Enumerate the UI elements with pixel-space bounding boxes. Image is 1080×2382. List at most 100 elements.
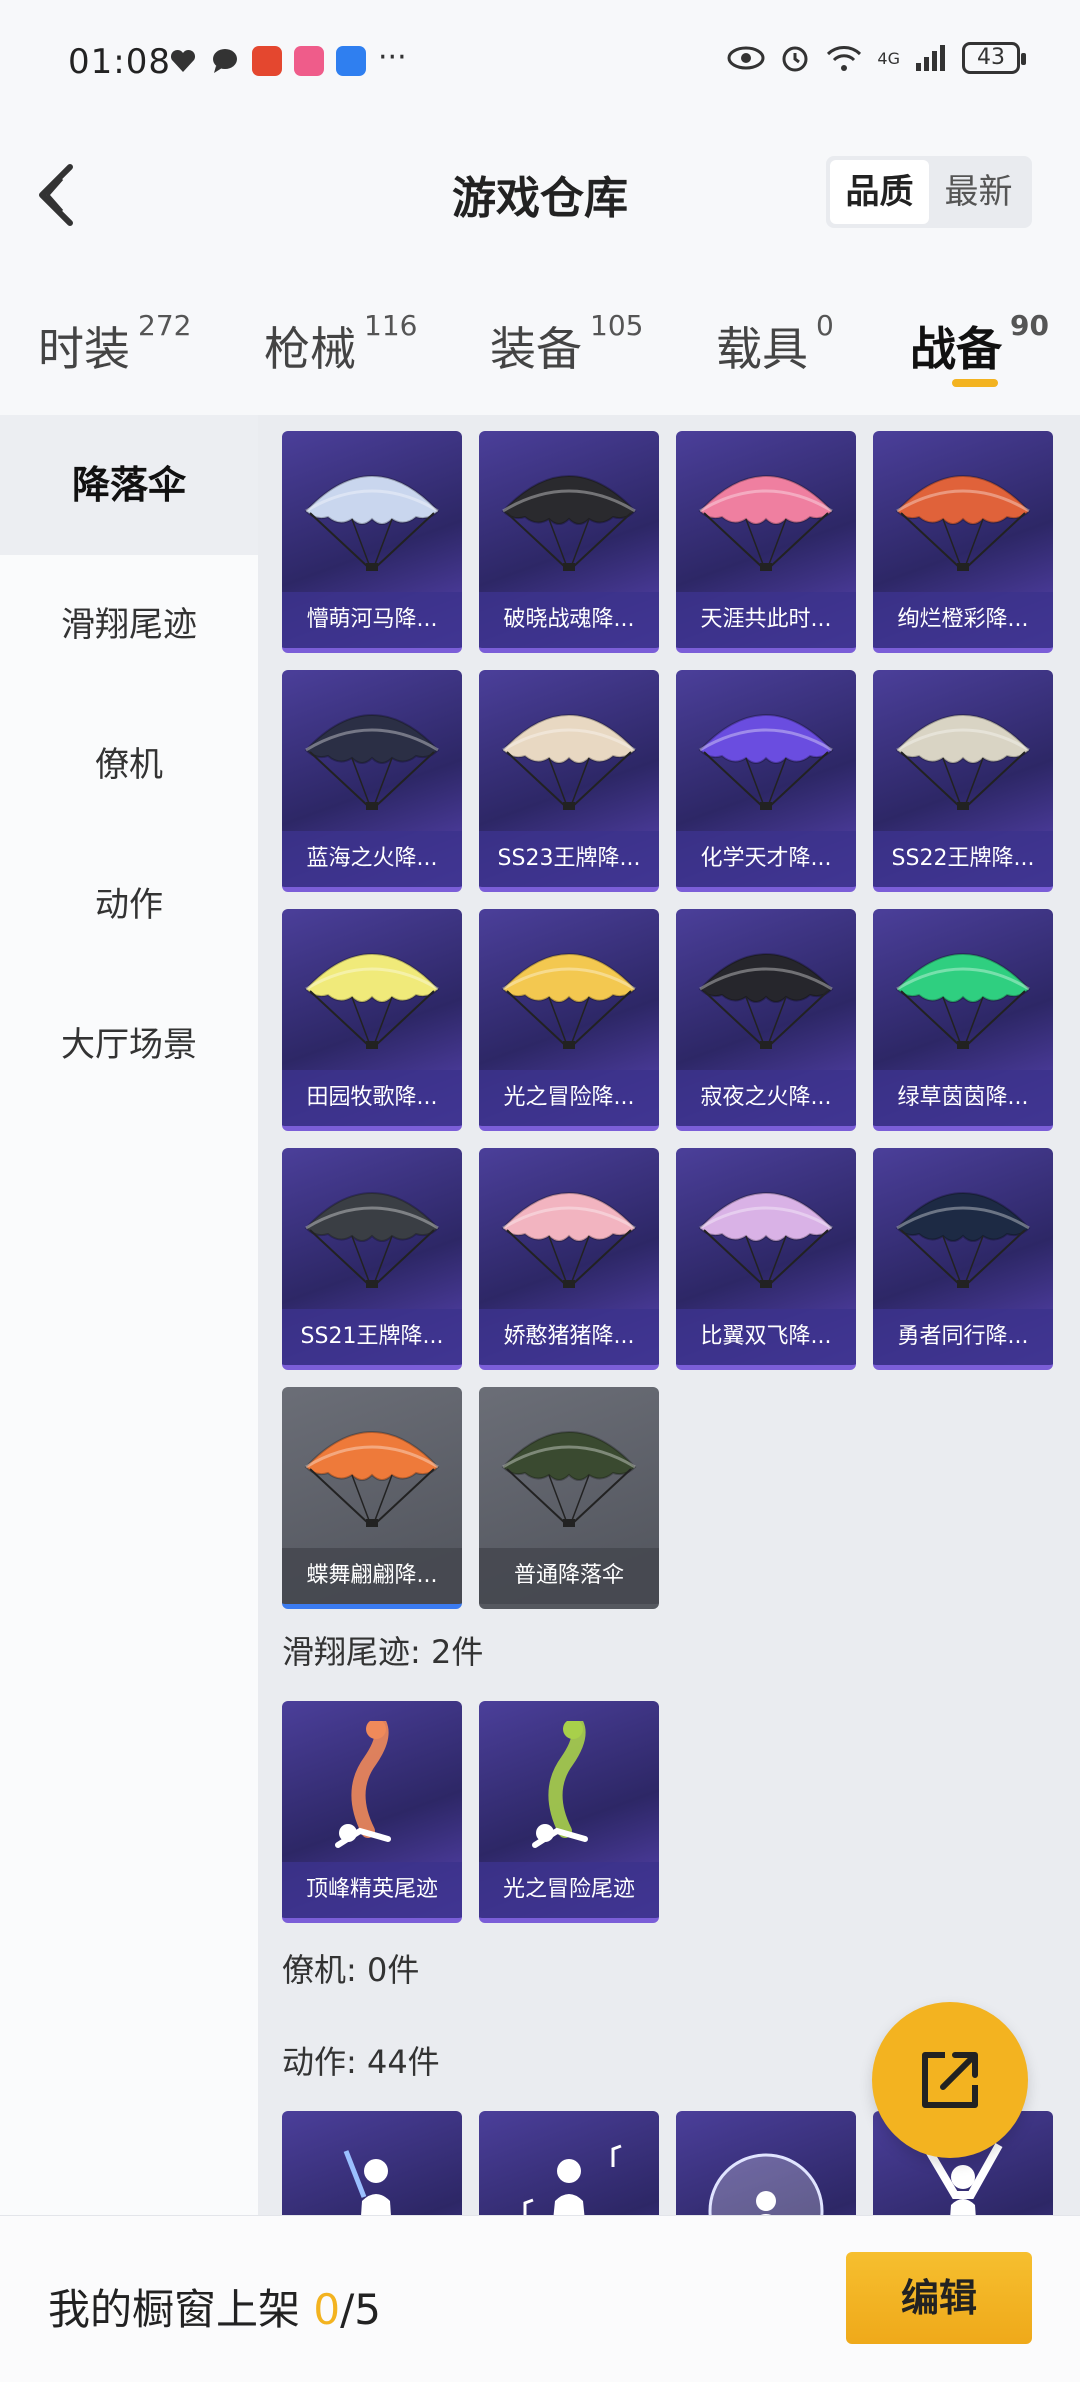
parachute-icon: [698, 714, 834, 810]
item-name: 普通降落伞: [479, 1548, 659, 1604]
trail-card[interactable]: 光之冒险尾迹: [479, 1701, 659, 1923]
parachute-card[interactable]: 天涯共此时...: [676, 431, 856, 653]
sort-by-quality[interactable]: 品质: [830, 160, 929, 224]
item-name: 蓝海之火降...: [282, 831, 462, 887]
item-name: 破晓战魂降...: [479, 592, 659, 648]
parachute-icon: [501, 1192, 637, 1288]
showcase-status: 我的橱窗上架 0/5: [48, 2276, 381, 2337]
app-icon-blue: [336, 46, 366, 76]
parachute-card[interactable]: 勇者同行降...: [873, 1148, 1053, 1370]
tab-label: 装备: [490, 322, 582, 376]
sidebar-item-lobby-scene[interactable]: 大厅场景: [0, 975, 258, 1115]
parachute-icon: [895, 953, 1031, 1049]
emote-card[interactable]: [282, 2111, 462, 2215]
sidebar-item-parachute[interactable]: 降落伞: [0, 415, 258, 555]
heart-icon: [170, 49, 196, 72]
parachute-card[interactable]: 光之冒险降...: [479, 909, 659, 1131]
parachute-icon: [501, 1431, 637, 1527]
item-name: 化学天才降...: [676, 831, 856, 887]
parachute-card[interactable]: 寂夜之火降...: [676, 909, 856, 1131]
parachute-card[interactable]: 娇憨猪猪降...: [479, 1148, 659, 1370]
showcase-label: 我的橱窗上架: [48, 2285, 314, 2334]
parachute-card[interactable]: 绚烂橙彩降...: [873, 431, 1053, 653]
item-name: 比翼双飞降...: [676, 1309, 856, 1365]
item-name: 勇者同行降...: [873, 1309, 1053, 1365]
parachute-icon: [304, 475, 440, 571]
category-tabs: 时装 272 枪械 116 装备 105 载具 0 战备 90: [0, 275, 1080, 415]
item-name: SS23王牌降...: [479, 831, 659, 887]
item-name: 田园牧歌降...: [282, 1070, 462, 1126]
sort-by-latest[interactable]: 最新: [929, 160, 1028, 224]
battery-indicator: 43: [962, 42, 1026, 74]
wingman-section-title: 僚机: 0件: [282, 1951, 420, 1989]
parachute-icon: [698, 475, 834, 571]
parachute-card[interactable]: 蝶舞翩翩降...: [282, 1387, 462, 1609]
trail-card[interactable]: 顶峰精英尾迹: [282, 1701, 462, 1923]
emote-card[interactable]: [676, 2111, 856, 2215]
tab-equipment[interactable]: 装备 105: [490, 309, 643, 379]
signal-icon: [916, 45, 945, 71]
tab-guns[interactable]: 枪械 116: [264, 309, 417, 379]
emote-card[interactable]: [479, 2111, 659, 2215]
parachute-card[interactable]: 破晓战魂降...: [479, 431, 659, 653]
tab-count: 90: [1010, 309, 1049, 342]
status-bar: 01:08 ··· 4G 43: [0, 0, 1080, 110]
status-time: 01:08: [68, 42, 171, 82]
more-notifications-icon: ···: [378, 40, 407, 75]
showcase-total: /5: [340, 2285, 381, 2334]
parachute-icon: [698, 953, 834, 1049]
bottom-bar: 我的橱窗上架 0/5 编辑: [0, 2215, 1080, 2382]
emote-figure-icon: [343, 2150, 391, 2215]
parachute-card[interactable]: SS22王牌降...: [873, 670, 1053, 892]
parachute-card[interactable]: 绿草茵茵降...: [873, 909, 1053, 1131]
emote-figure-icon: [523, 2144, 622, 2215]
emote-section-title: 动作: 44件: [282, 2043, 440, 2081]
tab-label: 载具: [716, 322, 808, 376]
item-name: 天涯共此时...: [676, 592, 856, 648]
item-name: 绿草茵茵降...: [873, 1070, 1053, 1126]
parachute-grid: 懵萌河马降... 破晓战魂降... 天涯共此时... 绚烂橙彩降... 蓝海之火降...…: [282, 431, 1053, 1609]
sidebar-item-emote[interactable]: 动作: [0, 835, 258, 975]
chat-icon: [213, 49, 237, 73]
tab-label: 战备: [910, 322, 1002, 376]
item-name: SS22王牌降...: [873, 831, 1053, 887]
parachute-card[interactable]: SS21王牌降...: [282, 1148, 462, 1370]
parachute-icon: [304, 953, 440, 1049]
edit-button[interactable]: 编辑: [846, 2252, 1032, 2344]
wifi-icon: [827, 46, 862, 71]
item-name: 光之冒险降...: [479, 1070, 659, 1126]
app-icon-red: [252, 46, 282, 76]
parachute-card[interactable]: 化学天才降...: [676, 670, 856, 892]
item-name: SS21王牌降...: [282, 1309, 462, 1365]
item-name: 娇憨猪猪降...: [479, 1309, 659, 1365]
sidebar: 降落伞 滑翔尾迹 僚机 动作 大厅场景: [0, 415, 258, 2215]
parachute-card[interactable]: 普通降落伞: [479, 1387, 659, 1609]
share-button[interactable]: [872, 2002, 1028, 2158]
tab-vehicles[interactable]: 载具 0: [716, 309, 834, 379]
parachute-card[interactable]: 比翼双飞降...: [676, 1148, 856, 1370]
parachute-card[interactable]: 田园牧歌降...: [282, 909, 462, 1131]
app-icon-pink: [294, 46, 324, 76]
tab-label: 时装: [38, 322, 130, 376]
parachute-icon: [895, 1192, 1031, 1288]
parachute-icon: [895, 714, 1031, 810]
showcase-current: 0: [313, 2285, 341, 2334]
parachute-icon: [698, 1192, 834, 1288]
system-icons: 4G 43: [727, 42, 1026, 74]
parachute-icon: [501, 953, 637, 1049]
tab-label: 枪械: [264, 322, 356, 376]
item-name: 蝶舞翩翩降...: [282, 1548, 462, 1604]
parachute-icon: [304, 714, 440, 810]
tab-count: 105: [590, 309, 644, 342]
parachute-card[interactable]: 蓝海之火降...: [282, 670, 462, 892]
sidebar-item-glide-trail[interactable]: 滑翔尾迹: [0, 555, 258, 695]
tab-fashion[interactable]: 时装 272: [38, 309, 191, 379]
alarm-icon: [782, 46, 808, 72]
tab-battle-gear[interactable]: 战备 90: [910, 309, 1049, 379]
network-type-label: 4G: [877, 48, 900, 68]
parachute-card[interactable]: 懵萌河马降...: [282, 431, 462, 653]
parachute-card[interactable]: SS23王牌降...: [479, 670, 659, 892]
parachute-icon: [304, 1431, 440, 1527]
parachute-icon: [895, 475, 1031, 571]
sidebar-item-wingman[interactable]: 僚机: [0, 695, 258, 835]
